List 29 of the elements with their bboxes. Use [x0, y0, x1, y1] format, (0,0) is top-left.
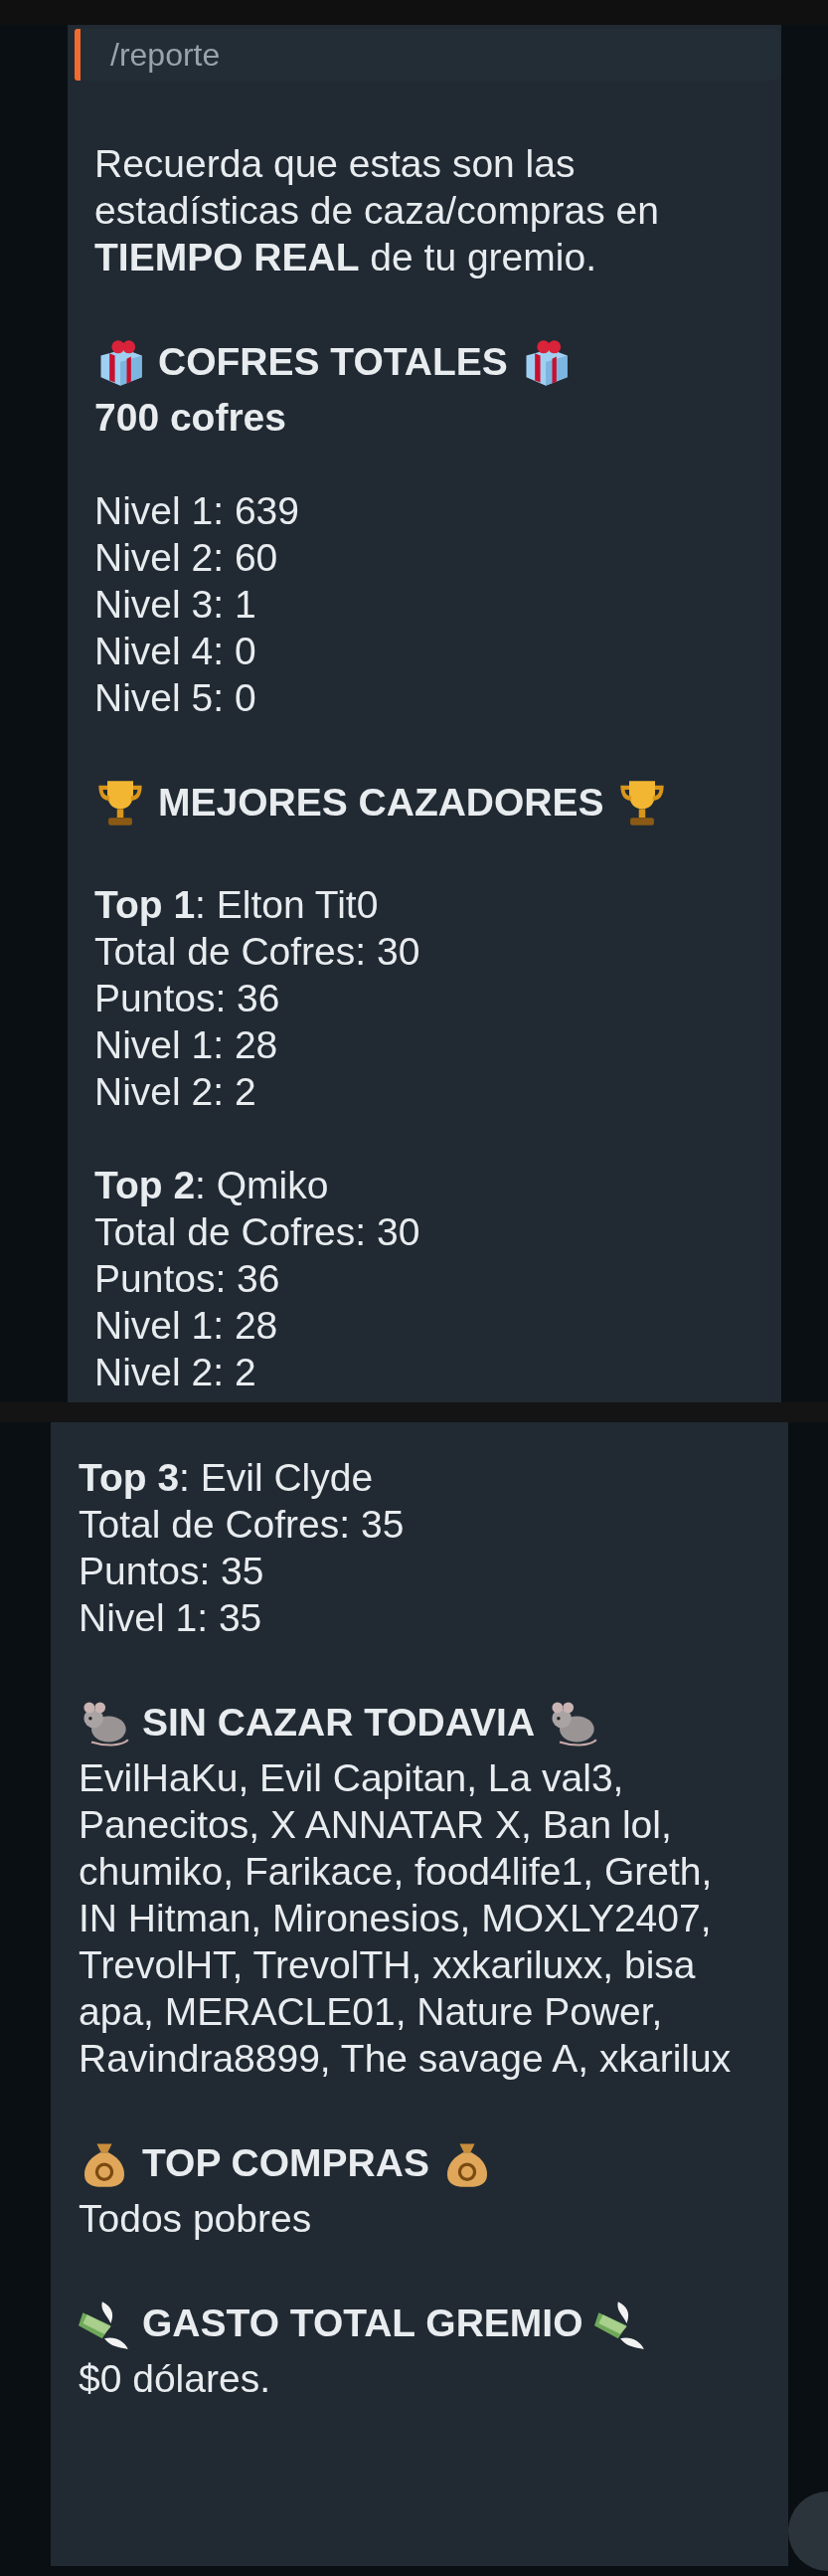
stat-line: Puntos: 36: [94, 1256, 281, 1302]
stat-line: Nivel 1: 28: [94, 1303, 279, 1349]
message-text: Recuerda que estas son las estadísticas de caza/compras en TIEMPO REAL de tu gremio.: [94, 141, 660, 280]
section-text: $0 dólares.: [79, 2356, 271, 2402]
section-text: Todos pobres: [79, 2196, 313, 2242]
chest-total: 700 cofres: [94, 395, 287, 441]
stat-line: Nivel 1: 35: [79, 1595, 263, 1641]
section-heading: GASTO TOTAL GREMIO: [142, 2301, 583, 2345]
section-heading: TOP COMPRAS: [142, 2141, 429, 2185]
stat-line: Puntos: 36: [94, 976, 281, 1021]
stat-line: Nivel 5: 0: [94, 675, 257, 721]
stat-line: Total de Cofres: 35: [79, 1502, 406, 1548]
stat-line: Nivel 4: 0: [94, 629, 257, 674]
stat-line: Nivel 2: 2: [94, 1350, 257, 1395]
stat-line: Total de Cofres: 30: [94, 1209, 421, 1255]
stat-line: Puntos: 35: [79, 1549, 265, 1594]
section-text: EvilHaKu, Evil Capitan, La val3, Panecitos, X ANNATAR X, Ban lol, chumiko, Farikace, food4life1, Greth, IN Hitman, Mironesios, MOXLY2407, TrevolHT, TrevolTH, xxkariluxx, bisa apa, MERACLE01, Nature Power, Ravindra8899, The savage A, xkarilux: [79, 1755, 733, 2082]
section-heading: MEJORES CAZADORES: [158, 781, 604, 825]
section-heading: SIN CAZAR TODAVIA: [142, 1701, 536, 1745]
stat-line: Nivel 1: 28: [94, 1022, 279, 1068]
stat-line: Nivel 1: 639: [94, 488, 300, 534]
section-heading: COFRES TOTALES: [158, 340, 508, 384]
stat-line: Nivel 2: 2: [94, 1069, 257, 1115]
stat-line: Nivel 2: 60: [94, 535, 279, 581]
stat-line: Top 1: Elton Tit0: [94, 882, 380, 928]
stat-line: Total de Cofres: 30: [94, 929, 421, 975]
stat-line: Top 3: Evil Clyde: [79, 1455, 375, 1501]
stat-line: Top 2: Qmiko: [94, 1163, 330, 1208]
stat-line: Nivel 3: 1: [94, 582, 257, 628]
